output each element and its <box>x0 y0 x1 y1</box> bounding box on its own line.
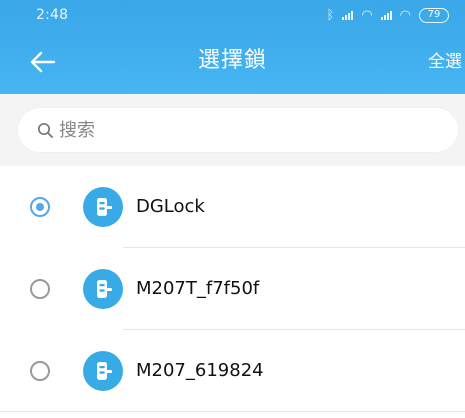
radio-unselected[interactable] <box>30 361 50 381</box>
search-input[interactable] <box>59 119 419 141</box>
lock-list-item[interactable]: M207T_f7f50f <box>0 248 465 330</box>
status-bar: 2:48 ᛒ ◠ ◠ 79 <box>0 0 465 30</box>
status-icons: ᛒ ◠ ◠ 79 <box>326 7 449 23</box>
door-lock-icon <box>83 351 123 391</box>
app-header: 2:48 ᛒ ◠ ◠ 79 選擇鎖 全選 <box>0 0 465 94</box>
lock-list: DGLock M207T_f7f50f M207_619824 <box>0 166 465 418</box>
door-lock-icon <box>83 187 123 227</box>
door-lock-icon <box>83 269 123 309</box>
status-time: 2:48 <box>36 7 69 23</box>
battery-level: 79 <box>427 9 441 20</box>
search-icon <box>36 121 54 139</box>
wifi-icon: ◠ <box>361 7 373 23</box>
lock-selection-screen: 2:48 ᛒ ◠ ◠ 79 選擇鎖 全選 搜索 DGLock M207T_f7f… <box>0 0 465 418</box>
lock-list-item[interactable]: DGLock <box>0 166 465 248</box>
lock-name: DGLock <box>136 196 205 217</box>
wifi-status-icon: ◠ <box>399 7 411 23</box>
lock-name: M207_619824 <box>136 360 264 381</box>
radio-selected[interactable] <box>30 197 50 217</box>
page-title: 選擇鎖 <box>197 48 267 73</box>
lock-list-item[interactable]: M207_619824 <box>0 330 465 412</box>
radio-unselected[interactable] <box>30 279 50 299</box>
lock-name: M207T_f7f50f <box>136 278 260 299</box>
search-bar[interactable] <box>18 108 458 152</box>
signal-icon <box>342 10 354 20</box>
signal-icon-secondary <box>380 10 392 20</box>
select-all-button[interactable]: 全選 <box>428 49 462 75</box>
navigation-bar: 選擇鎖 全選 <box>0 30 465 94</box>
battery-icon: 79 <box>419 7 449 23</box>
bluetooth-icon: ᛒ <box>326 7 335 23</box>
